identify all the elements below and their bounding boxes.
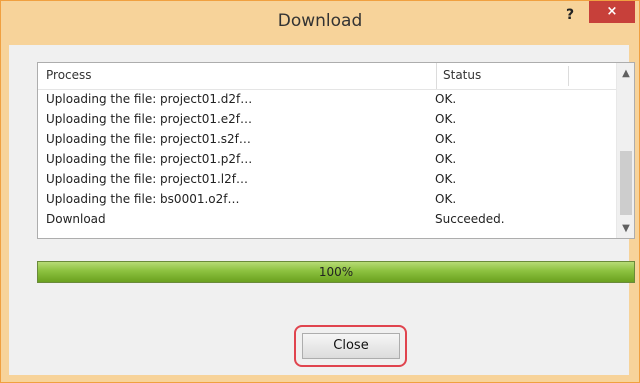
process-cell: Download <box>46 212 106 226</box>
list-item[interactable]: Uploading the file: project01.l2f… OK. <box>38 170 618 190</box>
list-item[interactable]: Uploading the file: project01.s2f… OK. <box>38 130 618 150</box>
process-cell: Uploading the file: project01.l2f… <box>46 172 248 186</box>
status-cell: OK. <box>435 132 457 146</box>
list-item[interactable]: Uploading the file: project01.e2f… OK. <box>38 110 618 130</box>
process-list[interactable]: Process Status Uploading the file: proje… <box>37 62 635 239</box>
process-cell: Uploading the file: project01.p2f… <box>46 152 253 166</box>
process-cell: Uploading the file: bs0001.o2f… <box>46 192 240 206</box>
list-item[interactable]: Uploading the file: project01.d2f… OK. <box>38 90 618 110</box>
progress-bar: 100% <box>37 261 635 283</box>
column-header-process[interactable]: Process <box>46 63 424 89</box>
column-divider[interactable] <box>568 66 569 86</box>
status-cell: OK. <box>435 192 457 206</box>
list-item[interactable]: Download Succeeded. <box>38 210 618 230</box>
scrollbar-thumb[interactable] <box>620 151 632 215</box>
window-close-button[interactable]: × <box>589 1 635 23</box>
process-cell: Uploading the file: project01.e2f… <box>46 112 253 126</box>
close-button-highlight: Close <box>294 325 407 367</box>
help-button[interactable]: ? <box>557 5 583 27</box>
list-item[interactable]: Uploading the file: bs0001.o2f… OK. <box>38 190 618 210</box>
title-bar: Download ? × <box>1 1 639 45</box>
status-cell: OK. <box>435 152 457 166</box>
process-cell: Uploading the file: project01.d2f… <box>46 92 253 106</box>
chevron-down-icon[interactable]: ▼ <box>617 220 634 238</box>
list-header: Process Status <box>38 63 618 90</box>
download-dialog: Download ? × Process Status Uploading th… <box>0 0 640 383</box>
status-cell: Succeeded. <box>435 212 505 226</box>
status-cell: OK. <box>435 172 457 186</box>
vertical-scrollbar[interactable]: ▲ ▼ <box>616 63 634 238</box>
chevron-up-icon[interactable]: ▲ <box>617 65 634 83</box>
list-item[interactable]: Uploading the file: project01.p2f… OK. <box>38 150 618 170</box>
close-button[interactable]: Close <box>302 333 400 359</box>
list-rows: Uploading the file: project01.d2f… OK. U… <box>38 90 618 230</box>
progress-label: 100% <box>318 265 354 279</box>
process-cell: Uploading the file: project01.s2f… <box>46 132 251 146</box>
status-cell: OK. <box>435 92 457 106</box>
status-cell: OK. <box>435 112 457 126</box>
window-title: Download <box>277 11 363 31</box>
dialog-body: Process Status Uploading the file: proje… <box>9 45 635 375</box>
column-header-status[interactable]: Status <box>436 63 568 89</box>
